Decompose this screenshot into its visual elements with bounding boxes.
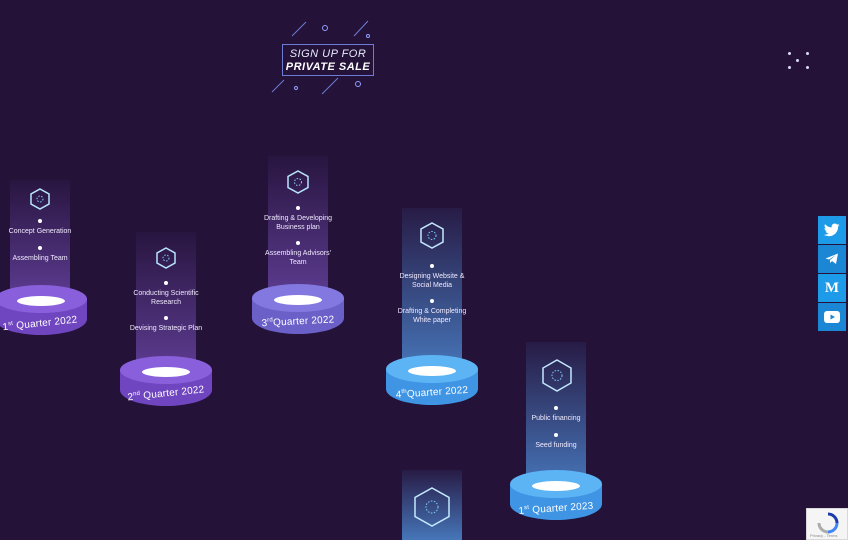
pillar-items: Concept Generation Assembling Team	[0, 219, 80, 272]
pillar-item: Assembling Advisors' Team	[258, 241, 338, 267]
menu-button[interactable]	[786, 50, 812, 70]
pillar-item: Seed funding	[516, 432, 596, 451]
medium-button[interactable]: M	[818, 274, 846, 302]
pillar-base	[252, 284, 344, 334]
pillar-item: Drafting & Developing Business plan	[258, 206, 338, 232]
pillar-items: Public financing Seed funding	[516, 406, 596, 459]
twitter-icon	[824, 223, 840, 237]
signup-line1: SIGN UP FOR	[289, 48, 367, 60]
pillar-items: Designing Website & Social Media Draftin…	[392, 264, 472, 334]
youtube-button[interactable]	[818, 303, 846, 331]
menu-dot	[806, 66, 809, 69]
pillar-item: Drafting & Completing White paper	[392, 299, 472, 325]
social-bar: M	[818, 216, 846, 332]
telegram-button[interactable]	[818, 245, 846, 273]
pillar-item: Concept Generation	[0, 219, 80, 237]
hexagon-icon	[156, 247, 176, 269]
menu-dot	[788, 52, 791, 55]
pillar-items: Drafting & Developing Business plan Asse…	[258, 206, 338, 276]
signup-line2: PRIVATE SALE	[285, 61, 371, 73]
youtube-icon	[824, 311, 840, 323]
telegram-icon	[825, 253, 838, 264]
pillar-item: Conducting Scientific Research	[126, 281, 206, 307]
medium-icon: M	[824, 279, 840, 296]
pillar-base	[386, 355, 478, 405]
signup-box: SIGN UP FOR PRIVATE SALE	[282, 44, 374, 76]
pillar-item: Public financing	[516, 406, 596, 424]
pillar-item: Assembling Team	[0, 245, 80, 264]
hexagon-icon	[287, 170, 309, 194]
hexagon-icon	[542, 359, 572, 392]
twitter-button[interactable]	[818, 216, 846, 244]
hexagon-icon	[420, 222, 444, 249]
pillar-base	[510, 470, 602, 520]
hexagon-icon	[30, 188, 50, 210]
hexagon-icon	[414, 487, 450, 527]
menu-dot	[788, 66, 791, 69]
pillar-base	[0, 285, 87, 335]
signup-private-sale-button[interactable]: SIGN UP FOR PRIVATE SALE	[270, 18, 380, 98]
menu-dot	[806, 52, 809, 55]
pillar-item: Designing Website & Social Media	[392, 264, 472, 290]
menu-dot	[796, 59, 799, 62]
recaptcha-badge[interactable]: Privacy - Terms	[806, 508, 848, 540]
pillar-item: Devising Strategic Plan	[126, 316, 206, 334]
pillar-base	[120, 356, 212, 406]
pillar-items: Conducting Scientific Research Devising …	[126, 281, 206, 343]
recaptcha-terms: Privacy - Terms	[810, 533, 838, 538]
recaptcha-icon	[817, 512, 839, 534]
